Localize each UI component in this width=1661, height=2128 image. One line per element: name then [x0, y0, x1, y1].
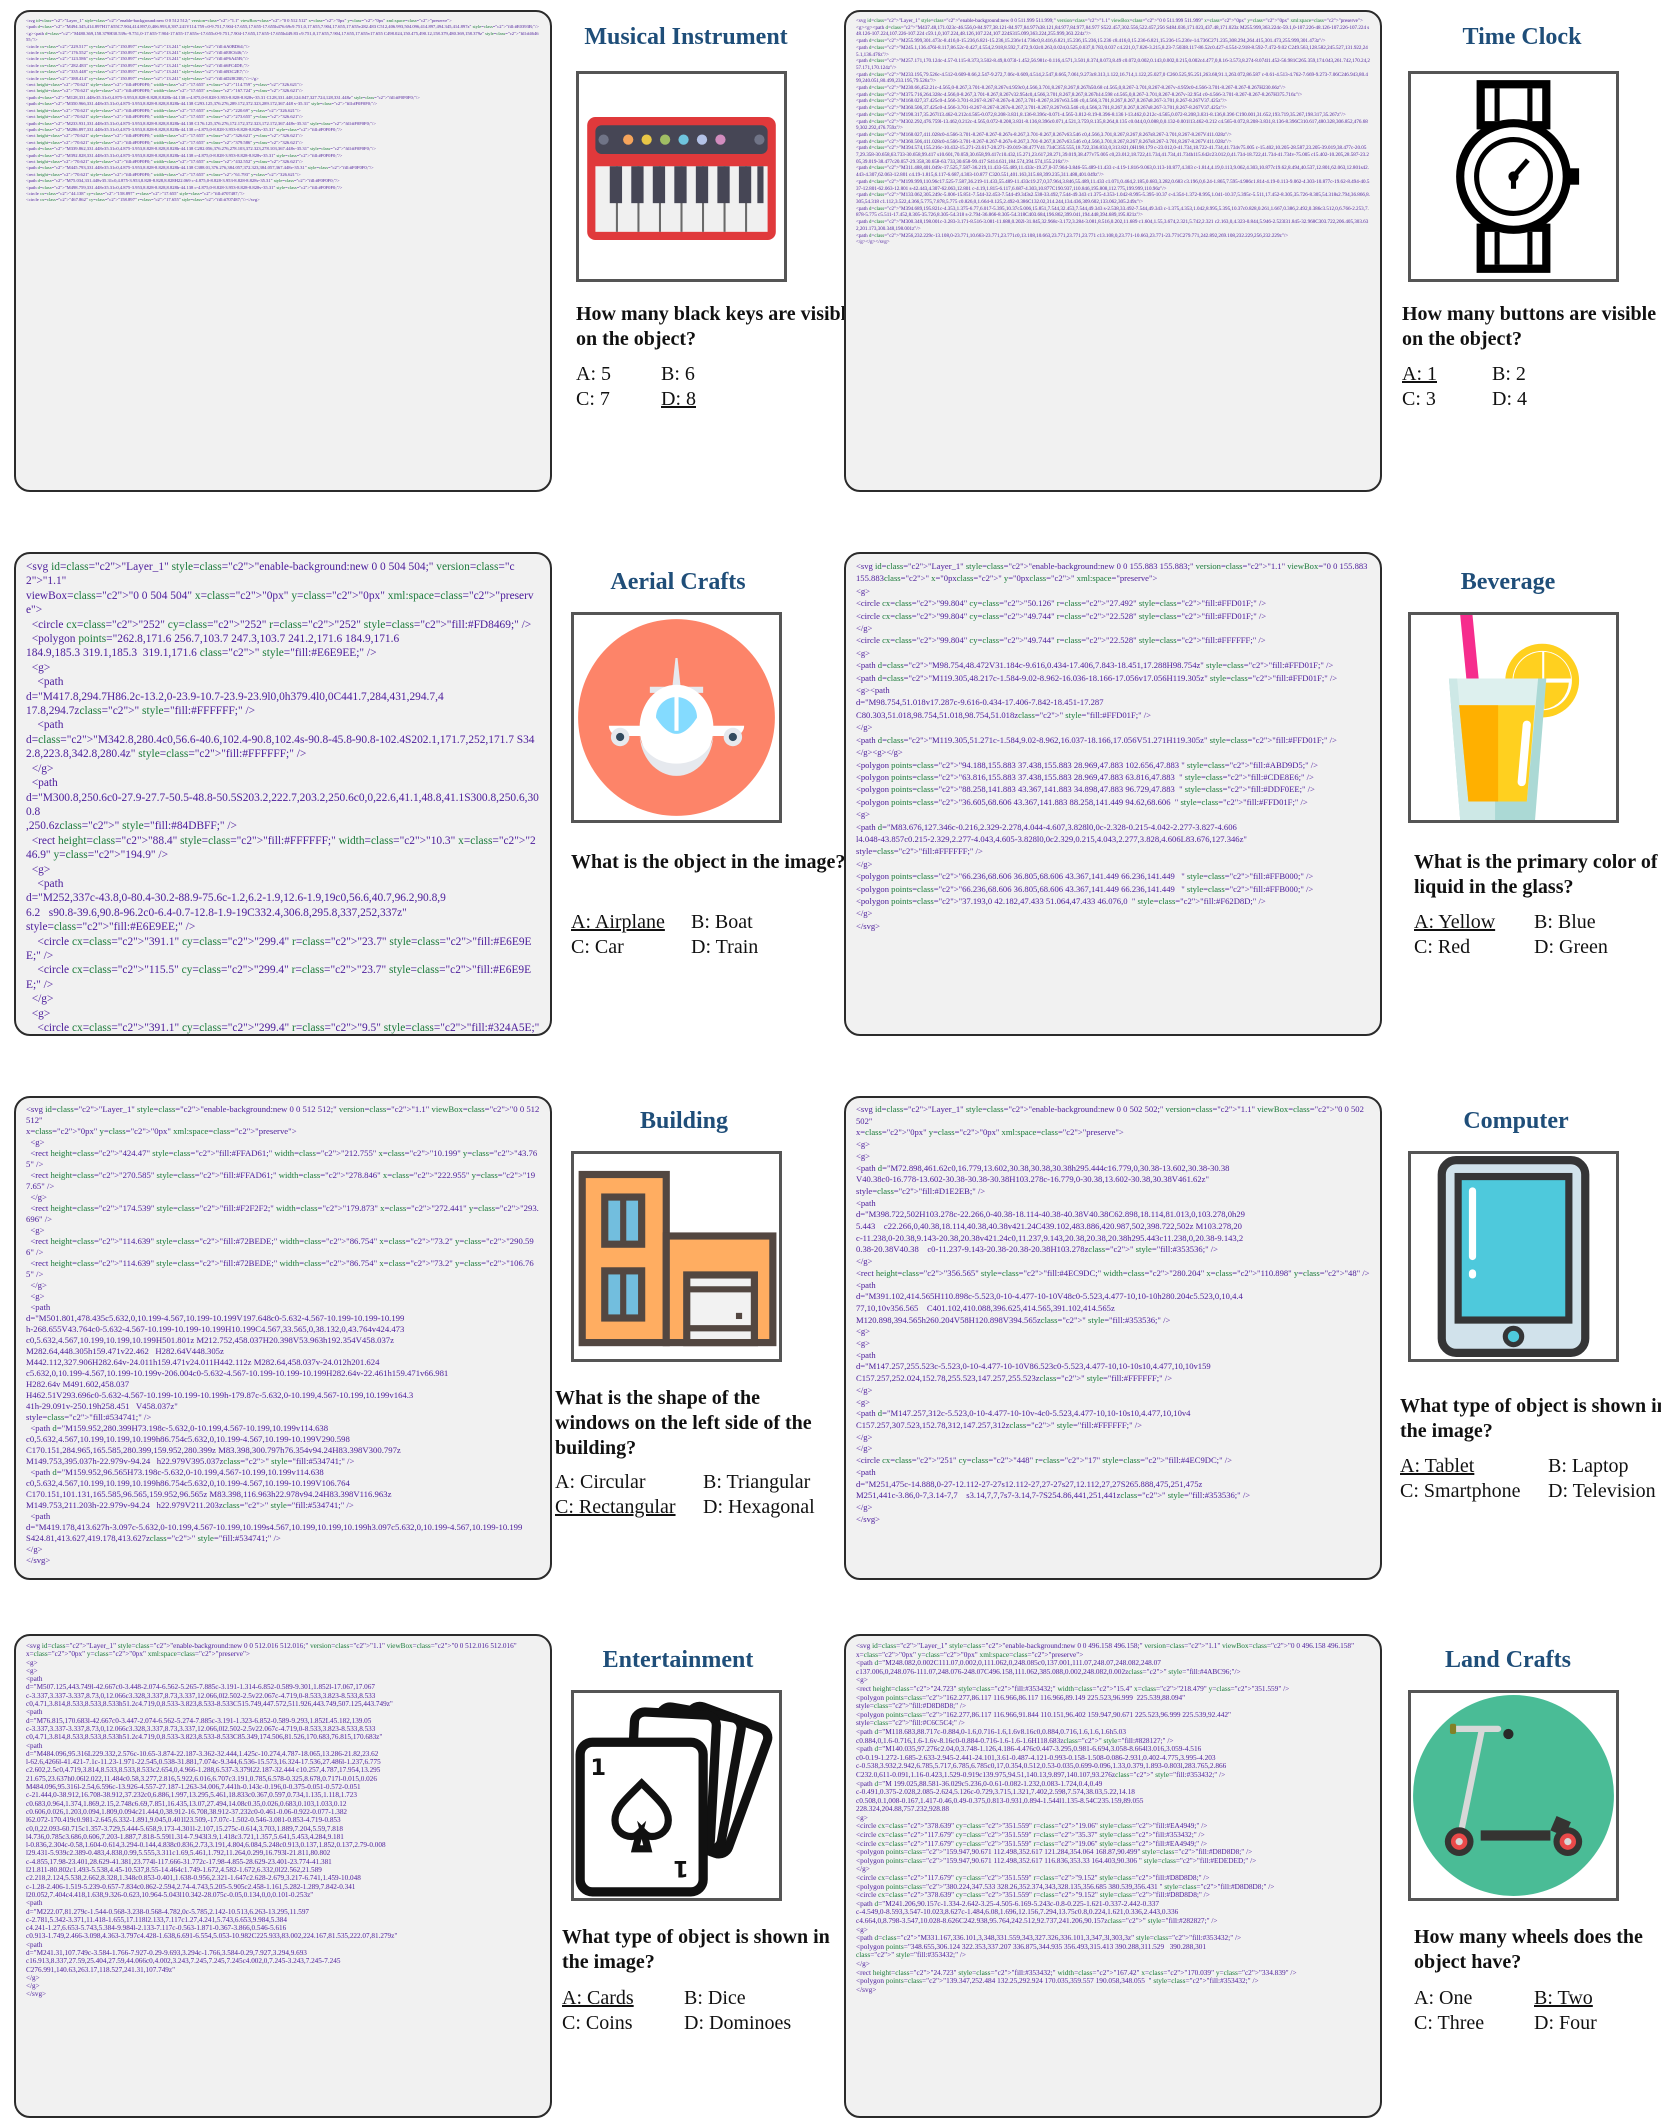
option-c[interactable]: C: Smartphone [1400, 1479, 1548, 1504]
option-c[interactable]: C: Three [1414, 2011, 1534, 2036]
category-title: Building [639, 1108, 729, 1134]
answer-options: A: Yellow B: Blue C: Red D: Green [1414, 910, 1661, 960]
option-b[interactable]: B: Triangular [703, 1470, 845, 1495]
svg-code-text: <svg id=class="c2">"Layer_1" style=class… [26, 1642, 517, 1999]
category-title: Land Crafts [1444, 1647, 1571, 1673]
category-title: Musical Instrument [584, 24, 788, 50]
option-a[interactable]: A: Yellow [1414, 910, 1534, 935]
question-text: How many black keys are visible on the o… [576, 303, 856, 350]
code-card-time-clock: <svg id=class="c2">"Layer_1" style=class… [844, 10, 1382, 492]
option-a[interactable]: A: Cards [562, 1986, 684, 2011]
scooter-icon [1411, 1693, 1616, 1898]
option-a[interactable]: A: Circular [555, 1470, 703, 1495]
question-text: What is the object in the image? [571, 851, 846, 873]
rendered-image [1408, 1690, 1619, 1901]
svg-code-text: <svg id=class="c2">"Layer_1" style=class… [856, 1641, 1355, 1994]
answer-options: A: Tablet B: Laptop C: Smartphone D: Tel… [1400, 1454, 1660, 1504]
rendered-image [571, 612, 782, 823]
question-text: How many wheels does the object have? [1414, 1926, 1643, 1973]
code-card-computer: <svg id=class="c2">"Layer_1" style=class… [844, 1096, 1382, 1580]
airplane-icon [574, 615, 779, 820]
option-b[interactable]: B: Two [1534, 1986, 1661, 2011]
option-a[interactable]: A: Tablet [1400, 1454, 1548, 1479]
rendered-image [576, 71, 787, 282]
svg-code-text: <svg id=class="c2">"Layer_1" style=class… [856, 1104, 1370, 1524]
svg-text:1: 1 [673, 1855, 689, 1881]
category-title: Computer [1463, 1108, 1569, 1134]
question-text: What is the primary color of the liquid … [1414, 851, 1661, 898]
option-d[interactable]: D: 8 [661, 387, 866, 412]
question-text: What is the shape of the windows on the … [555, 1387, 812, 1459]
option-d[interactable]: D: Train [691, 935, 861, 960]
rendered-image [1408, 1151, 1619, 1362]
svg-code-text: <svg id=class="c2">"Layer_1" style=class… [26, 18, 539, 203]
option-b[interactable]: B: Dice [684, 1986, 852, 2011]
option-c[interactable]: C: Red [1414, 935, 1534, 960]
svg-code-text: <svg id=class="c2">"Layer_1" style=class… [856, 561, 1368, 931]
question-text: What type of object is shown in the imag… [1400, 1395, 1661, 1442]
category-title: Beverage [1460, 569, 1556, 595]
option-c[interactable]: C: 7 [576, 387, 661, 412]
option-a[interactable]: A: Airplane [571, 910, 691, 935]
option-a[interactable]: A: One [1414, 1986, 1534, 2011]
rendered-image [1408, 612, 1619, 823]
code-card-entertainment: <svg id=class="c2">"Layer_1" style=class… [14, 1634, 552, 2118]
svg-code-text: <svg id=class="c2">"Layer_1" style=class… [26, 561, 540, 1034]
option-c[interactable]: C: Car [571, 935, 691, 960]
option-c[interactable]: C: Coins [562, 2011, 684, 2036]
category-title: Aerial Crafts [610, 569, 746, 595]
option-a[interactable]: A: 1 [1402, 362, 1492, 387]
option-d[interactable]: D: Hexagonal [703, 1495, 845, 1520]
option-b[interactable]: B: 6 [661, 362, 866, 387]
option-b[interactable]: B: Blue [1534, 910, 1661, 935]
keyboard-icon [579, 74, 784, 279]
option-c[interactable]: C: Rectangular [555, 1495, 703, 1520]
option-c[interactable]: C: 3 [1402, 387, 1492, 412]
code-card-beverage: <svg id=class="c2">"Layer_1" style=class… [844, 552, 1382, 1036]
category-title: Time Clock [1462, 24, 1582, 50]
watch-icon [1411, 74, 1616, 279]
question-text: How many buttons are visible on the obje… [1402, 303, 1657, 350]
tablet-icon [1411, 1154, 1616, 1359]
question-text: What type of object is shown in the imag… [562, 1926, 830, 1973]
code-card-aerial-crafts: <svg id=class="c2">"Layer_1" style=class… [14, 552, 552, 1036]
answer-options: A: 1 B: 2 C: 3 D: 4 [1402, 362, 1661, 412]
playing-cards-icon: 1 1 [574, 1693, 779, 1898]
answer-options: A: Circular B: Triangular C: Rectangular… [555, 1470, 845, 1520]
code-card-land-crafts: <svg id=class="c2">"Layer_1" style=class… [844, 1634, 1382, 2118]
code-card-musical-instrument: <svg id=class="c2">"Layer_1" style=class… [14, 10, 552, 492]
category-title: Entertainment [602, 1647, 754, 1673]
option-b[interactable]: B: 2 [1492, 362, 1661, 387]
answer-options: A: Airplane B: Boat C: Car D: Train [571, 910, 861, 960]
svg-code-text: <svg id=class="c2">"Layer_1" style=class… [856, 18, 1371, 246]
option-d[interactable]: D: Green [1534, 935, 1661, 960]
option-d[interactable]: D: Four [1534, 2011, 1661, 2036]
option-a[interactable]: A: 5 [576, 362, 661, 387]
building-icon [574, 1154, 779, 1359]
svg-code-text: <svg id=class="c2">"Layer_1" style=class… [26, 1104, 540, 1565]
code-card-building: <svg id=class="c2">"Layer_1" style=class… [14, 1096, 552, 1580]
option-d[interactable]: D: Dominoes [684, 2011, 852, 2036]
answer-options: A: One B: Two C: Three D: Four [1414, 1986, 1661, 2036]
answer-options: A: Cards B: Dice C: Coins D: Dominoes [562, 1986, 852, 2036]
drink-glass-icon [1411, 615, 1616, 820]
rendered-image: 1 1 [571, 1690, 782, 1901]
option-d[interactable]: D: 4 [1492, 387, 1661, 412]
rendered-image [1408, 71, 1619, 282]
option-b[interactable]: B: Boat [691, 910, 861, 935]
rendered-image [571, 1151, 782, 1362]
answer-options: A: 5 B: 6 C: 7 D: 8 [576, 362, 866, 412]
option-b[interactable]: B: Laptop [1548, 1454, 1660, 1479]
svg-text:1: 1 [590, 1755, 606, 1781]
option-d[interactable]: D: Television [1548, 1479, 1660, 1504]
